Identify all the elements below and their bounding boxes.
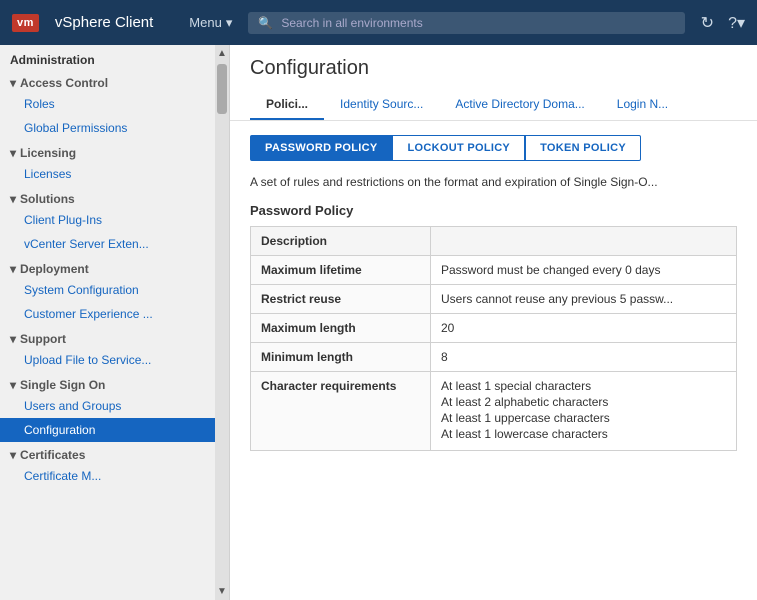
sidebar-scrollbar[interactable]: ▲ ▼ — [215, 45, 229, 600]
sidebar-section-licensing[interactable]: ▾ Licensing — [0, 140, 229, 162]
section-arrow-icon: ▾ — [10, 332, 16, 346]
table-header-description: Description — [251, 227, 431, 256]
menu-label: Menu — [189, 15, 222, 30]
tab-bar: Polici... Identity Sourc... Active Direc… — [250, 90, 737, 120]
token-policy-button[interactable]: TOKEN POLICY — [525, 135, 641, 161]
policy-table: Description Maximum lifetime Password mu… — [250, 226, 737, 451]
tab-identity-sources[interactable]: Identity Sourc... — [324, 90, 439, 120]
search-bar[interactable]: 🔍 Search in all environments — [248, 12, 684, 34]
sidebar-item-global-permissions[interactable]: Global Permissions — [0, 116, 229, 140]
main-layout: Administration ▾ Access Control Roles Gl… — [0, 45, 757, 600]
sidebar-item-roles[interactable]: Roles — [0, 92, 229, 116]
section-label: Licensing — [20, 146, 76, 160]
row-value-minimum-length: 8 — [431, 343, 737, 372]
sidebar-item-system-configuration[interactable]: System Configuration — [0, 278, 229, 302]
scroll-up-icon[interactable]: ▲ — [214, 45, 230, 62]
sidebar-section-solutions[interactable]: ▾ Solutions — [0, 186, 229, 208]
row-label-character-requirements: Character requirements — [251, 372, 431, 451]
sidebar-section-certificates[interactable]: ▾ Certificates — [0, 442, 229, 464]
sidebar-item-licenses[interactable]: Licenses — [0, 162, 229, 186]
main-header: Configuration Polici... Identity Sourc..… — [230, 45, 757, 121]
menu-dropdown[interactable]: Menu ▾ — [189, 15, 232, 31]
section-label: Support — [20, 332, 66, 346]
password-policy-button[interactable]: PASSWORD POLICY — [250, 135, 392, 161]
section-label: Solutions — [20, 192, 75, 206]
sidebar-item-customer-experience[interactable]: Customer Experience ... — [0, 302, 229, 326]
sidebar: Administration ▾ Access Control Roles Gl… — [0, 45, 230, 600]
page-title: Configuration — [250, 57, 737, 80]
section-label: Deployment — [20, 262, 89, 276]
main-content: Configuration Polici... Identity Sourc..… — [230, 45, 757, 600]
tab-active-directory[interactable]: Active Directory Doma... — [439, 90, 600, 120]
app-title: vSphere Client — [55, 14, 153, 31]
section-title: Password Policy — [250, 203, 737, 218]
sidebar-section-deployment[interactable]: ▾ Deployment — [0, 256, 229, 278]
scroll-down-icon[interactable]: ▼ — [214, 583, 230, 600]
sidebar-item-configuration[interactable]: Configuration — [0, 418, 229, 442]
sidebar-item-upload-file[interactable]: Upload File to Service... — [0, 348, 229, 372]
section-label: Access Control — [20, 76, 108, 90]
row-label-maximum-length: Maximum length — [251, 314, 431, 343]
section-arrow-icon: ▾ — [10, 146, 16, 160]
vm-logo: vm — [12, 14, 39, 32]
sidebar-section-sso[interactable]: ▾ Single Sign On — [0, 372, 229, 394]
row-value-maximum-length: 20 — [431, 314, 737, 343]
table-row: Character requirements At least 1 specia… — [251, 372, 737, 451]
sidebar-section-access-control[interactable]: ▾ Access Control — [0, 70, 229, 92]
tab-login[interactable]: Login N... — [601, 90, 684, 120]
sidebar-item-certificate-m[interactable]: Certificate M... — [0, 464, 229, 488]
list-item: At least 2 alphabetic characters — [441, 395, 726, 409]
section-arrow-icon: ▾ — [10, 262, 16, 276]
section-label: Single Sign On — [20, 378, 105, 392]
row-label-maximum-lifetime: Maximum lifetime — [251, 256, 431, 285]
section-arrow-icon: ▾ — [10, 378, 16, 392]
row-label-minimum-length: Minimum length — [251, 343, 431, 372]
scrollbar-thumb — [217, 64, 227, 114]
sidebar-section-support[interactable]: ▾ Support — [0, 326, 229, 348]
character-requirements-list: At least 1 special characters At least 2… — [441, 379, 726, 441]
sidebar-item-vcenter-exten[interactable]: vCenter Server Exten... — [0, 232, 229, 256]
row-value-maximum-lifetime: Password must be changed every 0 days — [431, 256, 737, 285]
nav-right: ↻ ?▾ — [701, 13, 745, 33]
table-row: Restrict reuse Users cannot reuse any pr… — [251, 285, 737, 314]
row-value-restrict-reuse: Users cannot reuse any previous 5 passw.… — [431, 285, 737, 314]
help-icon[interactable]: ?▾ — [728, 13, 745, 33]
table-header-value — [431, 227, 737, 256]
tab-policies[interactable]: Polici... — [250, 90, 324, 120]
policy-button-group: PASSWORD POLICY LOCKOUT POLICY TOKEN POL… — [250, 135, 737, 161]
sidebar-item-client-plug-ins[interactable]: Client Plug-Ins — [0, 208, 229, 232]
table-row: Maximum lifetime Password must be change… — [251, 256, 737, 285]
list-item: At least 1 special characters — [441, 379, 726, 393]
table-row: Maximum length 20 — [251, 314, 737, 343]
content-area: PASSWORD POLICY LOCKOUT POLICY TOKEN POL… — [230, 121, 757, 600]
menu-chevron-icon: ▾ — [226, 15, 233, 31]
row-value-character-requirements: At least 1 special characters At least 2… — [431, 372, 737, 451]
section-arrow-icon: ▾ — [10, 192, 16, 206]
policy-description: A set of rules and restrictions on the f… — [250, 173, 737, 191]
table-row: Minimum length 8 — [251, 343, 737, 372]
row-label-restrict-reuse: Restrict reuse — [251, 285, 431, 314]
list-item: At least 1 lowercase characters — [441, 427, 726, 441]
refresh-icon[interactable]: ↻ — [701, 13, 714, 33]
administration-header: Administration — [0, 45, 229, 70]
top-navigation: vm vSphere Client Menu ▾ 🔍 Search in all… — [0, 0, 757, 45]
search-icon: 🔍 — [258, 16, 273, 30]
list-item: At least 1 uppercase characters — [441, 411, 726, 425]
sidebar-item-users-and-groups[interactable]: Users and Groups — [0, 394, 229, 418]
section-label: Certificates — [20, 448, 85, 462]
search-placeholder: Search in all environments — [281, 16, 422, 30]
lockout-policy-button[interactable]: LOCKOUT POLICY — [392, 135, 525, 161]
section-arrow-icon: ▾ — [10, 76, 16, 90]
section-arrow-icon: ▾ — [10, 448, 16, 462]
